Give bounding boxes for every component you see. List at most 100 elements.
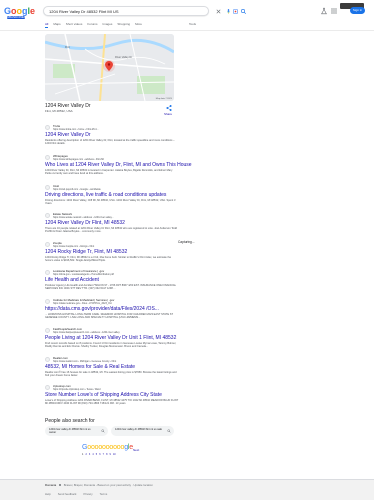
cms-favicon-icon — [45, 299, 50, 304]
map-city-label: Flint — [65, 46, 70, 49]
google-apps-icon[interactable] — [330, 7, 338, 15]
result-url[interactable]: https://www.zoopla.com › listings › Flin… — [53, 245, 94, 248]
page-10[interactable]: 10 — [113, 453, 116, 456]
related-search-text: 1204 river valley dr 48532 flint mi us s… — [115, 427, 162, 431]
tab-maps[interactable]: Maps — [53, 22, 60, 28]
page-5[interactable]: 5 — [96, 453, 97, 456]
share-label[interactable]: Share — [164, 112, 172, 116]
place-address: Flint, MI 48532, USA — [45, 109, 73, 113]
result-title-link[interactable]: 1204 River Valley Dr Flint, MI 48532 — [45, 220, 125, 226]
realtor-favicon-icon — [45, 357, 50, 362]
result-snippet: Producer Agency Life Health and Accident… — [45, 284, 176, 291]
trulia-favicon-icon — [45, 125, 50, 130]
tab-short-videos[interactable]: Short videos — [66, 22, 83, 28]
page-8[interactable]: 8 — [106, 453, 107, 456]
result-url[interactable]: https://www.trulia.com › home › Flint-MI… — [53, 128, 99, 131]
page-2[interactable]: 2 — [85, 453, 86, 456]
result-snippet: 1204 Rocky Ridge Tr, Flint, MI 48532 is … — [45, 256, 172, 263]
pagination: Goooooooooogle 1 2 3 4 5 6 7 8 9 10 Next — [82, 444, 142, 460]
footer-terms-link[interactable]: Terms — [100, 492, 108, 496]
result-snippet: 1204 River Valley Dr, Flint, MI 48532 is… — [45, 169, 173, 176]
footer-location: Romania Brasov, Braşov, Romania - Based … — [45, 483, 153, 487]
footer-country: Romania — [45, 483, 57, 487]
search-icon — [101, 429, 105, 433]
result-title-link[interactable]: Driving directions, live traffic & road … — [45, 192, 166, 198]
result-snippet: There are 16 people related at 1204 Rive… — [45, 227, 177, 234]
result-title-link[interactable]: People Living at 1204 River Valley Dr Un… — [45, 335, 176, 341]
zoopla-favicon-icon — [45, 242, 50, 247]
footer-location-text[interactable]: Brasov, Braşov, Romania - Based on your … — [64, 483, 153, 487]
tab-forums[interactable]: Forums — [87, 22, 97, 28]
map-street-label: River Valley Dr — [115, 56, 133, 59]
clear-icon[interactable] — [215, 8, 222, 15]
result-url[interactable]: https://www.whitepages.com › address › F… — [53, 158, 104, 161]
tab-shopping[interactable]: Shopping — [117, 22, 130, 28]
result-url[interactable]: https://www.realtor.com › Michigan › Gen… — [53, 360, 116, 363]
map-credit: Map data ©2025 — [155, 98, 172, 100]
footer-feedback-link[interactable]: Send feedback — [58, 492, 77, 496]
result-url[interactable]: https://www.fastpeoplesearch.com › addre… — [53, 331, 120, 334]
result-url[interactable]: https://ldi.la.gov › LouisianaAgents › H… — [53, 273, 114, 276]
doodle-caption: ABANDONED — [7, 15, 27, 19]
result-title-link[interactable]: Life Health and Accident — [45, 277, 99, 283]
labs-icon[interactable] — [320, 7, 328, 15]
result-title-link[interactable]: 48532, MI Homes for Sale & Real Estate — [45, 364, 135, 370]
page-7[interactable]: 7 — [103, 453, 104, 456]
estate-network-favicon-icon — [45, 213, 50, 218]
sign-in-button[interactable]: Sign in — [350, 7, 365, 14]
result-title-link[interactable]: 1204 Rocky Ridge Tr, Flint, MI 48532 — [45, 249, 127, 255]
result-title-link[interactable]: 1204 River Valley Dr — [45, 132, 90, 138]
search-icon[interactable] — [240, 8, 247, 15]
page-3[interactable]: 3 — [89, 453, 90, 456]
result-snippet: Lowe's of Shipping Address 1204 RIVER BE… — [45, 399, 179, 406]
ziplookup-favicon-icon — [45, 385, 50, 390]
google-logo[interactable]: Google ABANDONED — [4, 6, 35, 20]
intuit-favicon-icon — [45, 185, 50, 190]
result-snippet: Realtor.com® has 16 houses for sale in 4… — [45, 371, 177, 378]
tab-images[interactable]: Images — [103, 22, 113, 28]
google-lens-icon[interactable] — [232, 8, 239, 15]
page-4[interactable]: 4 — [92, 453, 93, 456]
capturing-status: Capturing... — [178, 240, 195, 244]
related-search-chip[interactable]: 1204 river valley dr 48532 flint mi us s… — [111, 426, 174, 436]
footer: Romania Brasov, Braşov, Romania - Based … — [0, 479, 374, 500]
result-snippet: Find recent records based on 8 positions… — [45, 342, 177, 349]
result-snippet: Driving directions: 1204 River Valley, C… — [45, 199, 176, 206]
result-snippet: Residents offering description of 1204 R… — [45, 139, 175, 146]
map-preview[interactable]: River Valley Dr Flint Map data ©2025 — [45, 34, 174, 101]
whitepages-favicon-icon — [45, 155, 50, 160]
page-9[interactable]: 9 — [110, 453, 111, 456]
tab-more[interactable]: More — [135, 22, 142, 28]
tools-button[interactable]: Tools — [189, 22, 196, 27]
search-input[interactable] — [49, 8, 169, 15]
tab-all[interactable]: All — [45, 22, 49, 28]
location-dot-icon — [58, 484, 61, 487]
pagination-logo: Goooooooooogle — [82, 444, 133, 451]
share-icon[interactable] — [165, 104, 173, 112]
page-6[interactable]: 6 — [99, 453, 100, 456]
footer-privacy-link[interactable]: Privacy — [83, 492, 92, 496]
related-search-chip[interactable]: 1204 river valley dr 48532 flint mi us o… — [45, 426, 108, 436]
result-url[interactable]: https://zipcode.ziplookup.com › Texas › … — [53, 388, 100, 391]
result-title-link[interactable]: Store Number Lowe's of Shipping Address … — [45, 392, 162, 398]
search-tabs: All Maps Short videos Forums Images Shop… — [45, 22, 142, 28]
result-title-link[interactable]: Who Lives at 1204 River Valley Dr, Flint… — [45, 162, 192, 168]
search-icon — [167, 429, 171, 433]
result-title-link[interactable]: https://data.cms.gov/provider/data/Files… — [45, 306, 159, 312]
result-url[interactable]: https://intuit.payroll.com › Google › wo… — [53, 188, 101, 191]
microphone-icon[interactable] — [225, 8, 232, 15]
people-also-search-title: People also search for — [45, 418, 95, 424]
map-graphic — [45, 34, 174, 101]
result-snippet: ... HORIZONS HOSPITAL LONG-TERM CARE. 34… — [45, 313, 174, 320]
related-search-text: 1204 river valley dr 48532 flint mi us o… — [49, 427, 91, 434]
footer-links: Help Send feedback Privacy Terms — [45, 492, 107, 496]
result-url[interactable]: https://www.estate.network › address › 1… — [53, 216, 114, 219]
next-page-link[interactable]: Next — [133, 448, 139, 452]
footer-help-link[interactable]: Help — [45, 492, 51, 496]
ldi-favicon-icon — [45, 270, 50, 275]
result-url[interactable]: https://data.medicare.gov › Files › LTCH… — [53, 302, 112, 305]
page-1: 1 — [82, 453, 84, 456]
tabs-divider — [0, 30, 374, 31]
pagination-numbers: 1 2 3 4 5 6 7 8 9 10 — [82, 453, 116, 456]
search-box[interactable] — [43, 6, 247, 16]
